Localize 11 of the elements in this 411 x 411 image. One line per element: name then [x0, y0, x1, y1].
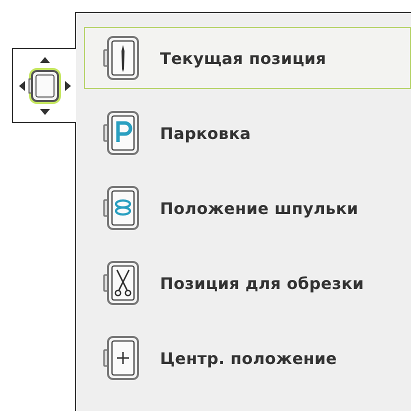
menu-item[interactable]: Парковка [84, 102, 411, 164]
menu-item[interactable]: Положение шпульки [84, 177, 411, 239]
parking-icon [102, 110, 140, 156]
menu-item[interactable]: Позиция для обрезки [84, 252, 411, 314]
menu-item[interactable]: Текущая позиция [84, 27, 411, 89]
scissors-icon [102, 260, 140, 306]
needle-icon [102, 35, 140, 81]
move-frame-button[interactable] [12, 48, 76, 123]
menu-item[interactable]: Центр. положение [84, 327, 411, 389]
bobbin-icon [102, 185, 140, 231]
plus-icon [102, 335, 140, 381]
